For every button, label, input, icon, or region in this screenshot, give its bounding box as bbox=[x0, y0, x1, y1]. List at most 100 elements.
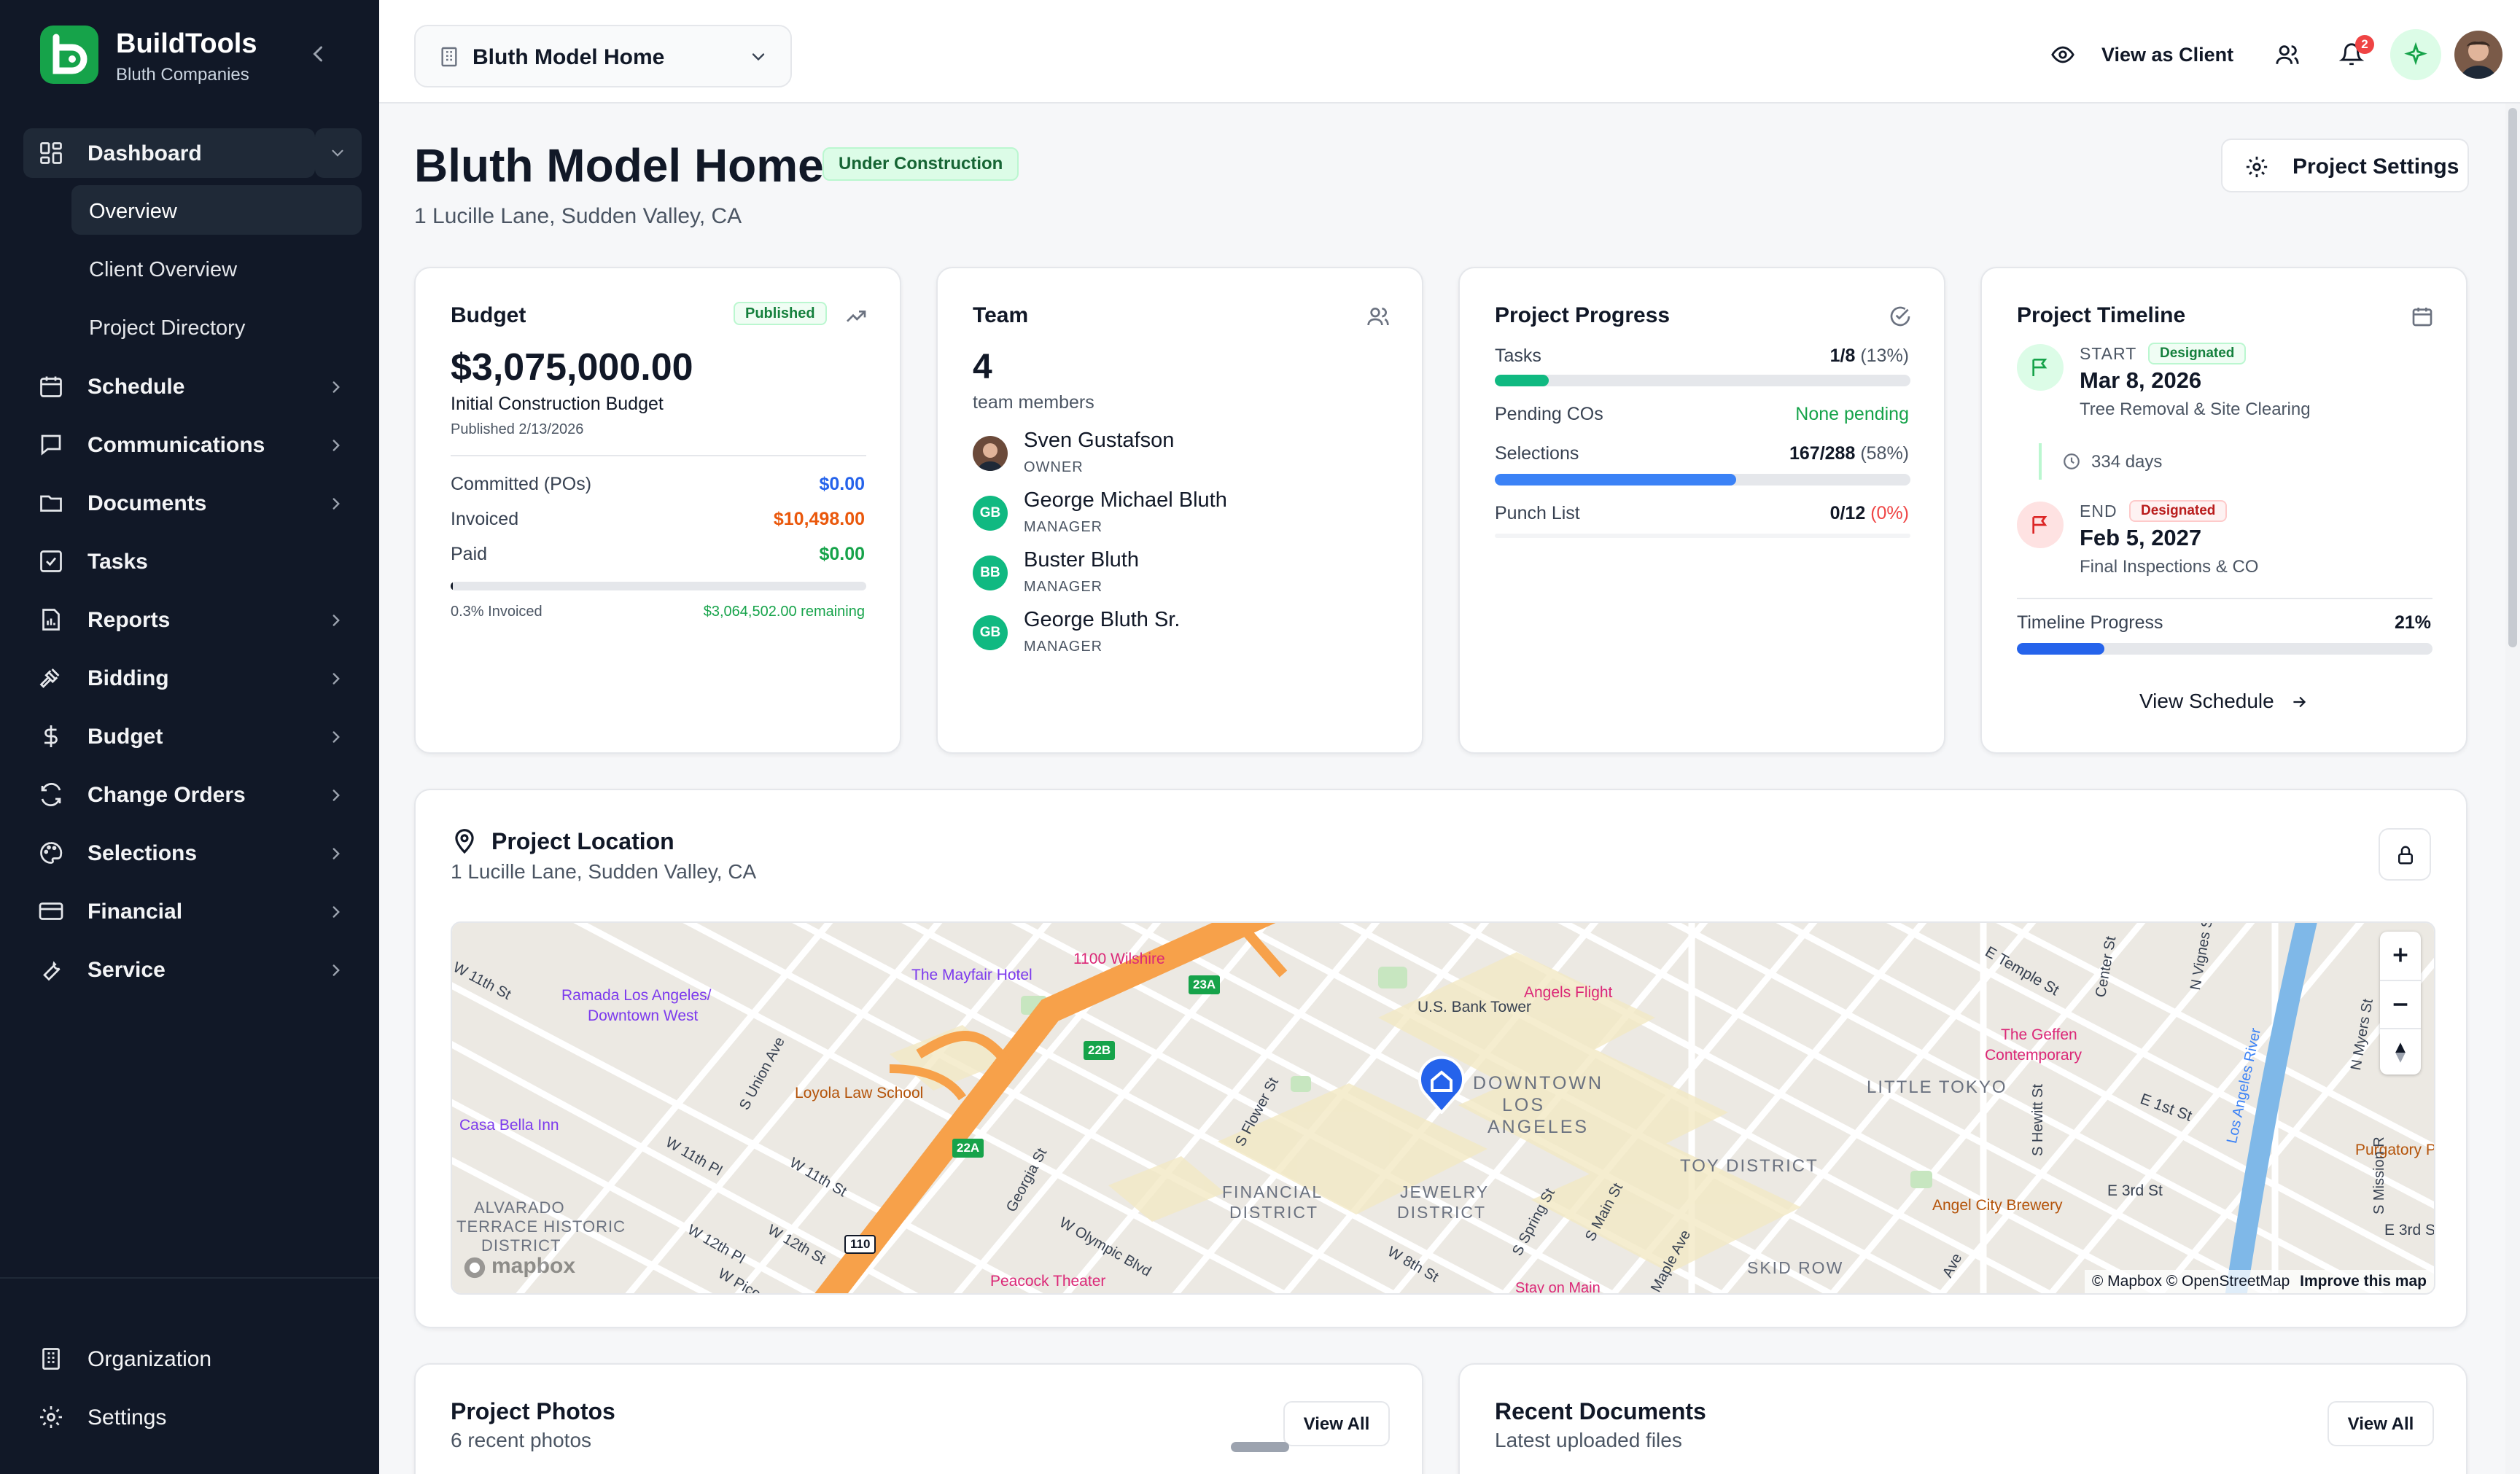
project-map[interactable]: W 11th St Ramada Los Angeles/ Downtown W… bbox=[451, 921, 2435, 1295]
map-label: Angels Flight bbox=[1524, 984, 1613, 1001]
sidebar-item-settings[interactable]: Settings bbox=[23, 1392, 362, 1442]
avatar bbox=[973, 436, 1008, 471]
team-button[interactable] bbox=[2262, 29, 2313, 80]
view-as-client-button[interactable]: View as Client bbox=[2034, 25, 2268, 83]
sidebar-subitem-overview[interactable]: Overview bbox=[71, 185, 362, 235]
team-member[interactable]: GB George Michael Bluth MANAGER bbox=[973, 488, 1388, 547]
sidebar: BuildTools Bluth Companies Dashboard Ove… bbox=[0, 0, 379, 1474]
view-as-client-label: View as Client bbox=[2101, 44, 2234, 66]
map-label: The Mayfair Hotel bbox=[911, 967, 1032, 983]
calendar-icon[interactable] bbox=[2411, 305, 2434, 328]
sidebar-item-communications[interactable]: Communications bbox=[23, 420, 362, 469]
lock-icon bbox=[2398, 846, 2413, 865]
sidebar-subitem-project-directory[interactable]: Project Directory bbox=[71, 302, 362, 351]
user-avatar[interactable] bbox=[2454, 31, 2502, 79]
trending-up-icon[interactable] bbox=[844, 305, 868, 328]
attribution-text[interactable]: © Mapbox © OpenStreetMap bbox=[2092, 1273, 2290, 1290]
end-designated-badge: Designated bbox=[2129, 500, 2228, 522]
chevron-down-icon bbox=[332, 149, 343, 157]
start-designated-badge: Designated bbox=[2148, 343, 2247, 364]
sidebar-item-label: Settings bbox=[88, 1405, 167, 1430]
project-selector[interactable]: Bluth Model Home bbox=[414, 25, 792, 87]
map-label: ALVARADO bbox=[474, 1198, 565, 1217]
chevron-right-icon bbox=[332, 381, 340, 393]
budget-card: Budget Published $3,075,000.00 Initial C… bbox=[414, 267, 901, 754]
scrollbar-thumb[interactable] bbox=[2508, 108, 2517, 647]
sidebar-item-reports[interactable]: Reports bbox=[23, 595, 362, 644]
selections-progress-bar bbox=[1495, 474, 1910, 486]
invoiced-progress-bar bbox=[451, 582, 866, 590]
sidebar-item-organization[interactable]: Organization bbox=[23, 1334, 362, 1384]
sidebar-item-financial[interactable]: Financial bbox=[23, 886, 362, 936]
project-location-marker[interactable] bbox=[1415, 1053, 1469, 1114]
notifications-button[interactable]: 2 bbox=[2326, 29, 2377, 80]
timeline-progress-percent: 21% bbox=[2394, 612, 2431, 633]
sidebar-item-label: Documents bbox=[88, 491, 207, 515]
selections-progress-fill bbox=[1495, 474, 1736, 486]
vertical-scrollbar[interactable] bbox=[2505, 104, 2520, 1474]
sidebar-item-tasks[interactable]: Tasks bbox=[23, 537, 362, 586]
start-label: START bbox=[2080, 344, 2137, 363]
map-label: The Geffen bbox=[2001, 1026, 2077, 1043]
chevron-down-icon bbox=[752, 53, 765, 61]
map-label: S Hewitt St bbox=[2030, 1084, 2046, 1156]
ai-assistant-button[interactable] bbox=[2390, 29, 2441, 80]
tasks-progress-bar bbox=[1495, 375, 1910, 386]
map-label: TERRACE HISTORIC bbox=[456, 1217, 626, 1236]
sidebar-item-documents[interactable]: Documents bbox=[23, 478, 362, 528]
map-label: Casa Bella Inn bbox=[459, 1117, 559, 1134]
collapse-sidebar-icon[interactable] bbox=[305, 41, 331, 67]
card-title: Project Photos bbox=[451, 1398, 615, 1424]
card-title: Budget bbox=[451, 303, 526, 327]
main-content: Bluth Model Home Under Construction 1 Lu… bbox=[379, 104, 2505, 1474]
project-photos-card: Project Photos 6 recent photos View All bbox=[414, 1363, 1423, 1474]
horizontal-scroll-indicator[interactable] bbox=[1231, 1442, 1289, 1452]
team-count: 4 bbox=[973, 348, 992, 386]
punch-percent: (0%) bbox=[1870, 503, 1909, 523]
zoom-in-button[interactable] bbox=[2380, 932, 2421, 978]
budget-amount: $3,075,000.00 bbox=[451, 346, 693, 389]
check-circle-icon[interactable] bbox=[1889, 305, 1912, 328]
timeline-connector bbox=[2039, 443, 2042, 480]
sidebar-item-label: Bidding bbox=[88, 666, 169, 690]
sidebar-item-bidding[interactable]: Bidding bbox=[23, 653, 362, 703]
map-label: FINANCIAL bbox=[1222, 1182, 1323, 1201]
sidebar-item-service[interactable]: Service bbox=[23, 945, 362, 994]
sidebar-item-change-orders[interactable]: Change Orders bbox=[23, 770, 362, 819]
sidebar-divider bbox=[0, 1277, 379, 1279]
team-member[interactable]: GB George Bluth Sr. MANAGER bbox=[973, 608, 1388, 666]
lock-map-button[interactable] bbox=[2379, 828, 2431, 881]
selections-percent: (58%) bbox=[1860, 443, 1909, 464]
mapbox-logo-icon bbox=[464, 1257, 486, 1279]
wrench-icon bbox=[43, 961, 61, 981]
reset-north-button[interactable] bbox=[2380, 1028, 2421, 1075]
view-schedule-link[interactable]: View Schedule bbox=[2128, 684, 2325, 720]
report-icon bbox=[42, 609, 60, 631]
highway-shield: 22A bbox=[952, 1139, 984, 1158]
dashboard-expand-toggle[interactable] bbox=[315, 128, 362, 178]
view-all-documents-button[interactable]: View All bbox=[2328, 1401, 2434, 1446]
sidebar-item-label: Financial bbox=[88, 900, 183, 924]
avatar: BB bbox=[973, 555, 1008, 590]
view-all-photos-button[interactable]: View All bbox=[1283, 1401, 1390, 1446]
dashboard-icon bbox=[40, 142, 62, 164]
timeline-duration: 334 days bbox=[2091, 452, 2163, 472]
project-settings-button[interactable]: Project Settings bbox=[2221, 139, 2469, 192]
sidebar-item-selections[interactable]: Selections bbox=[23, 828, 362, 878]
team-member[interactable]: BB Buster Bluth MANAGER bbox=[973, 548, 1388, 607]
map-label: Peacock Theater bbox=[990, 1273, 1106, 1290]
card-icon bbox=[39, 902, 63, 920]
punch-list-value: 0/12 (0%) bbox=[1830, 503, 1909, 524]
sidebar-item-dashboard[interactable]: Dashboard bbox=[23, 128, 315, 178]
sidebar-item-budget[interactable]: Budget bbox=[23, 711, 362, 761]
users-icon[interactable] bbox=[1366, 305, 1390, 328]
improve-map-link[interactable]: Improve this map bbox=[2300, 1273, 2427, 1290]
top-bar: Bluth Model Home View as Client 2 bbox=[379, 0, 2520, 104]
team-member[interactable]: Sven Gustafson OWNER bbox=[973, 429, 1388, 487]
home-marker-icon bbox=[1418, 1056, 1465, 1114]
map-label: Stay on Main bbox=[1515, 1280, 1601, 1295]
sidebar-subitem-client-overview[interactable]: Client Overview bbox=[71, 243, 362, 293]
sidebar-item-schedule[interactable]: Schedule bbox=[23, 362, 362, 411]
zoom-out-button[interactable] bbox=[2380, 980, 2421, 1026]
selections-count: 167/288 bbox=[1789, 443, 1856, 464]
